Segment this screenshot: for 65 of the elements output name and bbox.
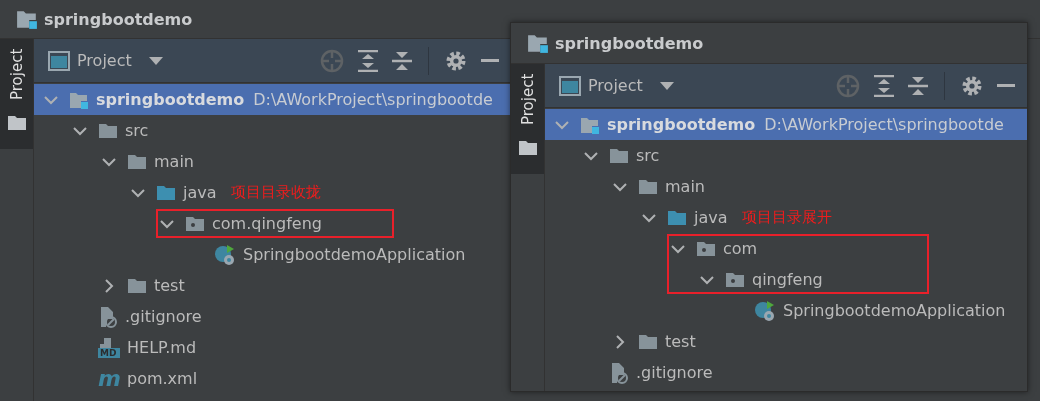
folder-icon <box>667 209 687 226</box>
project-path: D:\AWorkProject\springbootde <box>253 90 493 109</box>
tree-row[interactable]: .gitignore <box>545 357 1027 388</box>
tree-row[interactable]: MD HELP.md <box>34 332 511 363</box>
view-selector[interactable]: Project <box>559 75 674 96</box>
expand-all-icon[interactable] <box>874 74 894 97</box>
tree-row[interactable]: com.qingfeng <box>34 208 511 239</box>
caret-icon <box>148 56 163 65</box>
project-side-tab[interactable]: Project <box>511 64 544 174</box>
tree-row[interactable]: .gitignore <box>34 301 511 332</box>
folder-icon <box>127 153 147 170</box>
folder-icon[interactable] <box>8 115 26 130</box>
folder-icon <box>609 147 629 164</box>
project-folder-icon <box>527 33 549 53</box>
folder-icon <box>638 178 658 195</box>
ignored-file-icon <box>609 361 629 384</box>
tree-row[interactable]: springbootdemo D:\AWorkProject\springbootde <box>34 84 511 115</box>
folder-icon <box>638 333 658 350</box>
tree-row[interactable]: src <box>34 115 511 146</box>
project-side-tab[interactable]: Project <box>0 39 33 149</box>
minimize-icon[interactable] <box>997 83 1015 88</box>
minimize-icon[interactable] <box>481 58 499 63</box>
project-folder-icon <box>16 9 38 29</box>
folder-icon <box>127 277 147 294</box>
folder-icon <box>98 122 118 139</box>
collapse-all-icon[interactable] <box>392 49 412 72</box>
window-icon <box>48 50 70 71</box>
package-folder-icon <box>725 271 745 288</box>
project-title: springbootdemo <box>555 33 704 53</box>
tree-row[interactable]: SpringbootdemoApplication <box>545 295 1027 326</box>
package-folder-icon <box>185 215 205 232</box>
view-selector[interactable]: Project <box>48 50 163 71</box>
tree-row[interactable]: java 项目目录展开 <box>545 202 1027 233</box>
settings-icon[interactable] <box>961 74 983 97</box>
project-title: springbootdemo <box>44 9 193 29</box>
ignored-file-icon <box>98 305 118 328</box>
project-folder-icon <box>69 90 89 109</box>
collapse-all-icon[interactable] <box>908 74 928 97</box>
class-icon <box>214 243 236 266</box>
chevron-right-icon[interactable] <box>102 278 116 293</box>
tree-row[interactable]: m pom.xml <box>34 363 511 394</box>
expand-all-icon[interactable] <box>358 49 378 72</box>
tree-row[interactable]: com <box>545 233 1027 264</box>
tree-row[interactable]: SpringbootdemoApplication <box>34 239 511 270</box>
project-folder-icon <box>580 115 600 134</box>
folder-icon[interactable] <box>519 140 537 155</box>
tree-row[interactable]: test <box>34 270 511 301</box>
tree-row[interactable]: qingfeng <box>545 264 1027 295</box>
package-folder-icon <box>696 240 716 257</box>
tree-row[interactable]: test <box>545 326 1027 357</box>
tree-row[interactable]: springbootdemo D:\AWorkProject\springbootde <box>545 109 1027 140</box>
project-path: D:\AWorkProject\springbootde <box>764 115 1004 134</box>
settings-icon[interactable] <box>445 49 467 72</box>
tree-row[interactable]: main <box>545 171 1027 202</box>
tree-row[interactable]: java 项目目录收拢 <box>34 177 511 208</box>
tree-row[interactable]: src <box>545 140 1027 171</box>
window-icon <box>559 75 581 96</box>
caret-icon <box>659 81 674 90</box>
folder-icon <box>156 184 176 201</box>
tree-row[interactable]: main <box>34 146 511 177</box>
maven-icon: m <box>98 368 120 389</box>
chevron-right-icon[interactable] <box>613 334 627 349</box>
annotation-text: 项目目录收拢 <box>230 183 321 202</box>
annotation-text: 项目目录展开 <box>741 208 832 227</box>
class-icon <box>754 299 776 322</box>
